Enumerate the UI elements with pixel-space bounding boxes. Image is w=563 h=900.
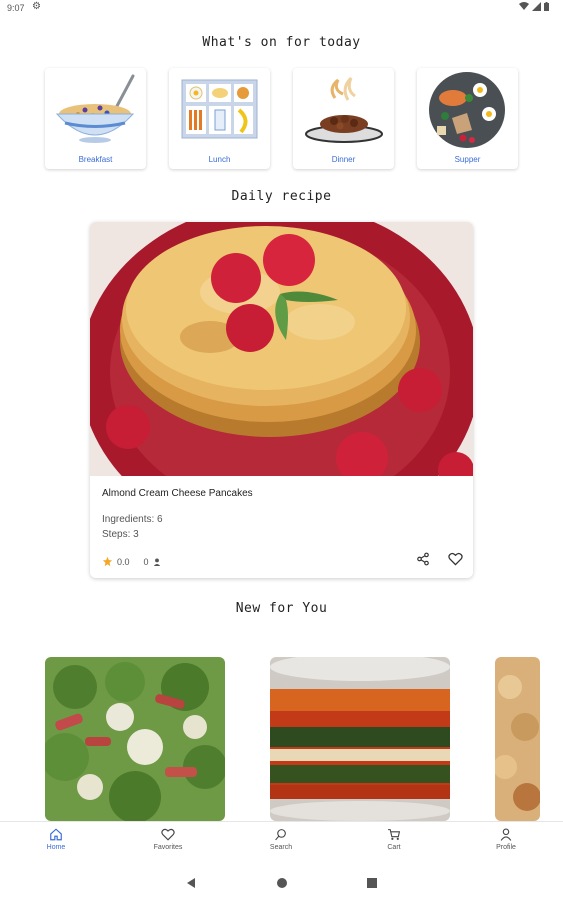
heart-icon xyxy=(161,828,175,841)
new-recipe-card-2[interactable] xyxy=(270,657,450,821)
nav-search[interactable]: Search xyxy=(241,828,321,851)
star-icon xyxy=(102,556,113,567)
meal-card-breakfast[interactable]: Breakfast xyxy=(45,68,146,169)
settings-notification-icon: ⚙ xyxy=(32,1,41,12)
favorite-heart-icon[interactable] xyxy=(448,552,463,566)
battery-icon xyxy=(544,2,549,11)
status-bar: 9:07 ⚙ xyxy=(0,0,563,18)
meal-label-dinner: Dinner xyxy=(331,155,356,164)
system-navigation-bar xyxy=(0,866,563,900)
pancake-photo xyxy=(90,222,473,476)
nav-profile[interactable]: Profile xyxy=(466,828,546,851)
status-time: 9:07 xyxy=(7,3,25,13)
meal-label-breakfast: Breakfast xyxy=(78,155,113,164)
nav-home-label: Home xyxy=(46,844,66,851)
lasagna-photo xyxy=(270,657,450,821)
search-icon xyxy=(275,829,286,841)
person-icon xyxy=(500,828,512,841)
signal-icon xyxy=(532,2,541,11)
nav-favorites-label: Favorites xyxy=(153,844,183,851)
new-section-title: New for You xyxy=(235,601,328,616)
new-recipe-card-1[interactable] xyxy=(45,657,225,821)
status-icons xyxy=(519,2,549,11)
nav-home[interactable]: Home xyxy=(16,828,96,851)
new-recipe-card-3[interactable] xyxy=(495,657,540,821)
daily-recipe-ingredients: Ingredients: 6 xyxy=(102,514,163,525)
daily-recipe-actions xyxy=(416,552,463,566)
person-count-icon xyxy=(153,557,160,566)
nav-search-label: Search xyxy=(269,844,293,851)
supper-platter-icon xyxy=(429,72,505,148)
wifi-icon xyxy=(519,2,529,10)
today-section-title: What's on for today xyxy=(202,35,361,50)
review-count: 0 xyxy=(143,556,149,567)
back-icon[interactable] xyxy=(186,878,196,888)
meal-card-supper[interactable]: Supper xyxy=(417,68,518,169)
cereal-bowl-icon xyxy=(55,74,135,143)
meal-card-lunch[interactable]: Lunch xyxy=(169,68,270,169)
home-button-icon[interactable] xyxy=(277,878,287,888)
share-icon[interactable] xyxy=(416,552,430,566)
pasta-photo xyxy=(495,657,540,821)
nav-favorites[interactable]: Favorites xyxy=(128,828,208,851)
meal-label-supper: Supper xyxy=(454,155,481,164)
rating-row: 0.0 0 xyxy=(102,556,161,567)
nav-profile-label: Profile xyxy=(496,844,516,851)
cart-icon xyxy=(388,829,401,840)
meal-label-lunch: Lunch xyxy=(208,155,231,164)
broccoli-salad-photo xyxy=(45,657,225,821)
daily-recipe-name[interactable]: Almond Cream Cheese Pancakes xyxy=(102,488,253,499)
home-icon xyxy=(50,828,62,841)
nav-cart-label: Cart xyxy=(387,844,401,851)
dinner-plate-icon xyxy=(305,76,383,143)
lunch-tray-icon xyxy=(181,79,258,139)
recents-icon[interactable] xyxy=(367,878,377,888)
daily-recipe-steps: Steps: 3 xyxy=(102,529,139,540)
daily-recipe-card[interactable]: Almond Cream Cheese Pancakes Ingredients… xyxy=(90,222,473,578)
rating-value: 0.0 xyxy=(117,556,130,567)
daily-section-title: Daily recipe xyxy=(231,189,332,204)
meal-card-dinner[interactable]: Dinner xyxy=(293,68,394,169)
bottom-navigation: Home Favorites Search Cart Profile xyxy=(0,821,563,866)
nav-cart[interactable]: Cart xyxy=(354,828,434,851)
